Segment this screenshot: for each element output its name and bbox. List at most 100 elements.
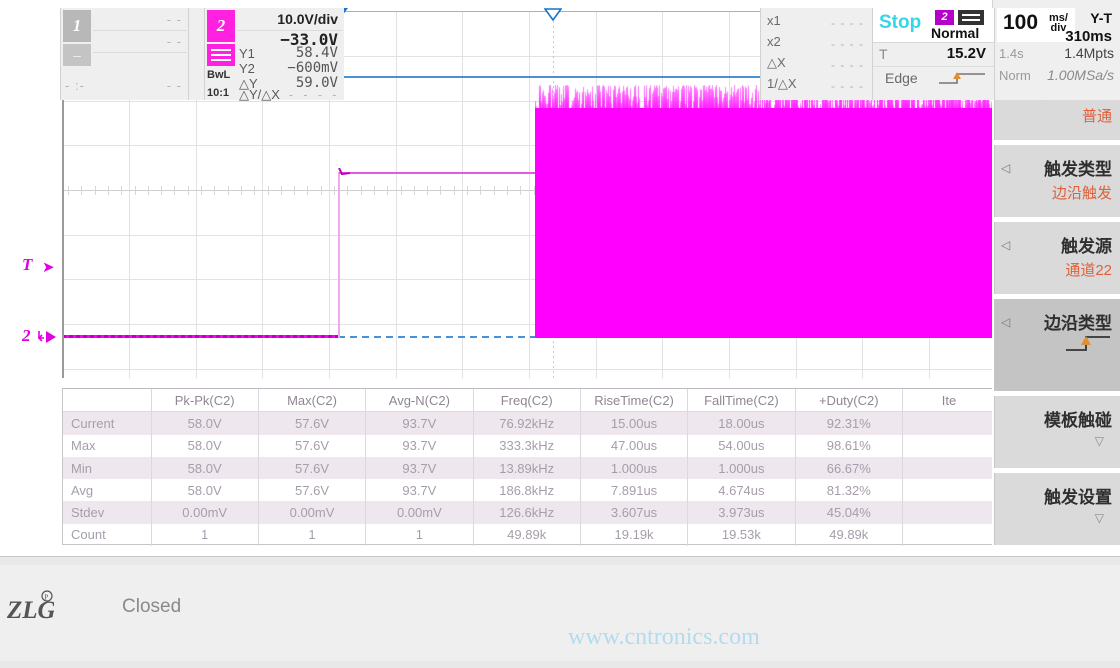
table-row[interactable]: Avg58.0V57.6V93.7V186.8kHz7.891us4.674us… — [63, 479, 996, 501]
gridline-v — [529, 11, 530, 378]
axis-tick — [427, 186, 428, 195]
chevron-down-icon[interactable]: ▽ — [1095, 511, 1104, 525]
measurement-row-label: Current — [63, 412, 151, 435]
measurement-cell: 93.7V — [366, 457, 473, 479]
cursor-dx-label: △X — [767, 55, 786, 71]
axis-tick — [374, 186, 375, 195]
axis-tick — [268, 186, 269, 195]
menu-item-value: 边沿触发 — [1052, 182, 1112, 203]
rising-edge-icon[interactable] — [1066, 333, 1110, 355]
trigger-marker-label: T — [22, 255, 32, 275]
axis-tick — [347, 186, 348, 195]
measurement-cell: 333.3kHz — [473, 435, 580, 457]
channel1-status-block[interactable]: 1 – - - - - - - - :- — [60, 8, 188, 100]
channel2-probe-ratio[interactable]: 10:1 — [207, 87, 229, 99]
channel2-coupling-icon — [207, 44, 235, 66]
measurement-cell: 18.00us — [688, 412, 795, 435]
timebase-delay[interactable]: 310ms — [1065, 28, 1112, 45]
measurement-cell: 13.89kHz — [473, 457, 580, 479]
channel1-badge[interactable]: 1 — [63, 10, 91, 42]
axis-tick — [148, 186, 149, 195]
waveform-mid-segment — [339, 172, 536, 174]
measurement-cell — [903, 435, 996, 457]
trigger-type-label[interactable]: Edge — [885, 70, 918, 86]
axis-tick — [440, 186, 441, 195]
cursor-x1-value: - - - - — [831, 16, 864, 30]
table-row[interactable]: Max58.0V57.6V93.7V333.3kHz47.00us54.00us… — [63, 435, 996, 457]
table-row[interactable]: Current58.0V57.6V93.7V76.92kHz15.00us18.… — [63, 412, 996, 435]
measurement-row-label: Count — [63, 524, 151, 546]
axis-tick — [281, 186, 282, 195]
timebase-value[interactable]: 100 — [1003, 11, 1038, 35]
trigger-level-value[interactable]: 15.2V — [947, 45, 986, 62]
measurement-cell: 54.00us — [688, 435, 795, 457]
table-row[interactable]: Count11149.89k19.19k19.53k49.89k — [63, 524, 996, 546]
run-state-label[interactable]: Stop — [879, 12, 921, 34]
menu-item-4[interactable]: 模板触碰▽ — [994, 396, 1120, 468]
channel2-badge[interactable]: 2 — [207, 10, 235, 42]
chevron-down-icon[interactable]: ▽ — [1095, 434, 1104, 448]
watermark-text: www.cntronics.com — [568, 624, 760, 651]
measurement-col-header: Ite — [903, 389, 996, 412]
timebase-mode[interactable]: Y-T — [1090, 10, 1112, 26]
axis-tick — [174, 186, 175, 195]
cursor-y2-value: −600mV — [287, 60, 338, 76]
measurement-cell — [903, 501, 996, 523]
menu-item-label: 边沿类型 — [1044, 309, 1112, 334]
axis-tick — [241, 186, 242, 195]
memory-depth[interactable]: 1.4Mpts — [1064, 45, 1114, 61]
axis-tick — [294, 186, 295, 195]
axis-tick — [214, 186, 215, 195]
menu-item-5[interactable]: 触发设置▽ — [994, 473, 1120, 545]
table-row[interactable]: Min58.0V57.6V93.7V13.89kHz1.000us1.000us… — [63, 457, 996, 479]
measurement-cell: 98.61% — [795, 435, 902, 457]
measurement-cell — [903, 457, 996, 479]
axis-tick — [454, 186, 455, 195]
timebase-value-box[interactable]: 100 ms/ div — [997, 8, 1075, 42]
trigger-marker-arrow-icon[interactable]: ➤ — [42, 260, 55, 275]
axis-tick — [108, 186, 109, 195]
measurement-cell: 66.67% — [795, 457, 902, 479]
menu-item-label: 触发类型 — [1044, 155, 1112, 180]
closed-block — [188, 8, 204, 100]
measurement-table[interactable]: Pk-Pk(C2)Max(C2)Avg-N(C2)Freq(C2)RiseTim… — [62, 388, 997, 545]
measurement-cell: 58.0V — [151, 479, 258, 501]
measurement-cell: 58.0V — [151, 457, 258, 479]
axis-tick — [161, 186, 162, 195]
channel2-bandwidth-limit[interactable]: BwL — [207, 69, 230, 81]
measurement-cell: 49.89k — [795, 524, 902, 546]
measurement-cell: 57.6V — [258, 457, 365, 479]
cursor-invdx-value: - - - - — [831, 79, 864, 93]
trigger-sweep-mode[interactable]: Normal — [931, 25, 979, 41]
trigger-status-block[interactable]: Stop 2 Normal T 15.2V Edge — [872, 8, 994, 100]
run-state-box[interactable]: Stop 2 Normal — [873, 8, 995, 43]
timebase-block[interactable]: 100 ms/ div Y-T 310ms 1.4s 1.4Mpts Norm … — [994, 8, 1120, 100]
menu-item-1[interactable]: ◁触发类型边沿触发 — [994, 145, 1120, 217]
trigger-source-badge[interactable]: 2 — [935, 10, 954, 25]
measurement-cell: 1.000us — [580, 457, 687, 479]
divider — [93, 30, 187, 31]
closed-label: Closed — [122, 596, 181, 618]
menu-item-3[interactable]: ◁边沿类型 — [994, 299, 1120, 391]
axis-tick — [494, 186, 495, 195]
axis-tick — [121, 186, 122, 195]
channel2-scale: 10.0V/div — [277, 11, 338, 27]
menu-item-2[interactable]: ◁触发源通道22 — [994, 222, 1120, 294]
waveform-burst — [535, 85, 995, 338]
axis-tick — [188, 186, 189, 195]
channel2-status-block[interactable]: 2 10.0V/div −33.0V BwL 10:1 Y1 Y2 △Y △Y/… — [204, 8, 344, 100]
measurement-col-header — [63, 389, 151, 412]
axis-tick — [387, 186, 388, 195]
cursor-x-block[interactable]: x1 x2 △X 1/△X - - - - - - - - - - - - - … — [760, 8, 872, 100]
measurement-cell — [903, 412, 996, 435]
rising-edge-icon[interactable] — [939, 70, 985, 88]
reference-position-marker-icon[interactable] — [544, 8, 562, 21]
channel2-ground-marker-icon[interactable] — [37, 329, 57, 345]
trigger-mode-icon[interactable] — [958, 10, 984, 25]
acquisition-mode[interactable]: Norm — [999, 68, 1031, 83]
channel1-sub-badge: – — [63, 44, 91, 66]
menu-item-label: 触发源 — [1061, 232, 1112, 257]
table-row[interactable]: Stdev0.00mV0.00mV0.00mV126.6kHz3.607us3.… — [63, 501, 996, 523]
measurement-cell: 19.19k — [580, 524, 687, 546]
axis-tick — [307, 186, 308, 195]
